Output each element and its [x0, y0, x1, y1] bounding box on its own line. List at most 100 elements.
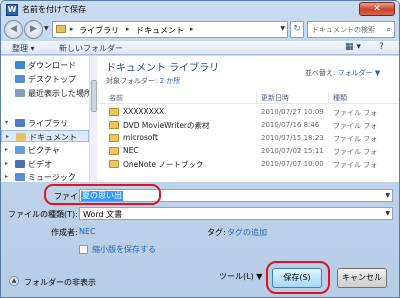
file-type: ファイル フォ [333, 109, 378, 117]
refresh-button[interactable]: ↻ [290, 21, 304, 38]
file-row[interactable]: NEC 2010/07/02 15:11 ファイル フォ [98, 145, 399, 157]
expand-arrow-icon[interactable]: ▸ [5, 146, 8, 153]
browser-area: ダウンロード デスクトップ 最近表示した場所 ▾ ライブラリ ▸ ドキュメント [1, 56, 399, 182]
arrange-by-label: 並べ替え: [305, 69, 338, 77]
hide-folders-label: フォルダーの非表示 [24, 278, 96, 287]
sidebar-item-label: ライブラリ [28, 119, 68, 128]
filetype-label: ファイルの種類(T): [8, 210, 78, 219]
address-bar[interactable]: ▸ ライブラリ ▸ ドキュメント ▸ ▼ [52, 21, 288, 38]
download-icon [15, 61, 25, 69]
sidebar-item-recent-places[interactable]: 最近表示した場所 [1, 87, 92, 99]
sidebar-item-pictures[interactable]: ▸ ピクチャ [1, 144, 89, 156]
recent-pages-dropdown[interactable]: ▼ [44, 25, 49, 32]
filename-highlight-annotation [44, 184, 161, 205]
filetype-value: Word 文書 [83, 210, 123, 219]
file-row[interactable]: XXXXXXXX 2010/07/27 10:09 ファイル フォ [98, 106, 399, 118]
column-header-name[interactable]: 名前 [109, 93, 123, 103]
library-title: ドキュメント ライブラリ [106, 63, 220, 74]
sidebar-item-documents[interactable]: ▸ ドキュメント [1, 130, 89, 142]
close-button[interactable]: ✕ [359, 2, 395, 16]
file-row[interactable]: DVD MovieWriterの素材 2010/07/16 8:46 ファイル … [98, 119, 399, 131]
arrange-by: 並べ替え: フォルダー ▼ [305, 68, 380, 78]
command-bar: 整理 ▾ 新しいフォルダー ▦ ▾ ? [1, 41, 399, 55]
new-folder-button[interactable]: 新しいフォルダー [59, 43, 123, 54]
save-as-dialog: W 名前を付けて保存 ✕ ◀ ▶ ▼ ▸ ライブラリ ▸ ドキュメント ▸ ▼ … [0, 0, 400, 298]
author-field[interactable]: NEC [79, 227, 96, 236]
file-name: NEC [123, 146, 139, 155]
cancel-button[interactable]: キャンセル [337, 268, 387, 288]
file-date: 2010/07/15 18:23 [261, 134, 324, 142]
folder-icon [109, 134, 119, 142]
organize-button[interactable]: 整理 ▾ [12, 43, 35, 54]
sidebar-item-label: デスクトップ [28, 75, 76, 84]
save-thumbnail-checkbox[interactable] [79, 245, 88, 254]
column-header-date[interactable]: 更新日時 [261, 93, 289, 103]
search-icon: ⌕ [386, 25, 391, 34]
author-label: 作成者: [51, 228, 78, 237]
title-bar: W 名前を付けて保存 ✕ [1, 1, 399, 19]
expand-arrow-icon[interactable]: ▸ [5, 160, 8, 167]
window-title: 名前を付けて保存 [22, 5, 86, 14]
tools-menu-button[interactable]: ツール(L) ▼ [219, 271, 262, 282]
tag-label: タグ: [207, 228, 226, 237]
sidebar-item-music[interactable]: ▸ ミュージック [1, 171, 89, 183]
breadcrumb-documents[interactable]: ドキュメント [136, 25, 184, 36]
breadcrumb-libraries[interactable]: ライブラリ [79, 25, 119, 36]
collapse-arrow-icon[interactable]: ▾ [5, 119, 8, 126]
scrollbar-thumb[interactable] [91, 80, 97, 112]
folder-icon [109, 147, 119, 155]
column-divider[interactable] [328, 92, 329, 103]
folder-icon [56, 25, 66, 33]
address-dropdown-arrow[interactable]: ▼ [280, 25, 285, 32]
expand-arrow-icon[interactable]: ▸ [6, 133, 9, 140]
sidebar-item-label: ドキュメント [29, 133, 77, 142]
filetype-dropdown-arrow[interactable]: ▼ [385, 210, 390, 217]
folder-icon [109, 108, 119, 116]
file-name: OneNote ノートブック [123, 160, 204, 169]
hide-folders-toggle[interactable]: ▲ フォルダーの非表示 [9, 276, 96, 288]
collapse-up-icon: ▲ [9, 276, 19, 286]
save-thumbnail-label[interactable]: 縮小版を保存する [92, 244, 156, 255]
sidebar-item-label: ダウンロード [28, 61, 76, 70]
filetype-select[interactable]: Word 文書 ▼ [79, 207, 393, 220]
view-options-button[interactable]: ▦ ▾ [345, 42, 361, 52]
file-name: microsoft [123, 133, 158, 142]
file-row[interactable]: OneNote ノートブック 2010/07/07 10:00 ファイル フォ [98, 158, 399, 170]
arrange-by-dropdown[interactable]: フォルダー ▼ [338, 69, 381, 77]
sidebar-item-label: ビデオ [28, 160, 52, 169]
forward-button[interactable]: ▶ [24, 20, 43, 39]
file-date: 2010/07/16 8:46 [261, 121, 320, 129]
file-row[interactable]: microsoft 2010/07/15 18:23 ファイル フォ [98, 132, 399, 144]
sidebar-item-label: ピクチャ [28, 146, 60, 155]
library-subtitle: 対象フォルダー: 2 か所 [106, 76, 180, 86]
tag-field[interactable]: タグの追加 [227, 227, 267, 238]
sidebar-scrollbar[interactable] [89, 56, 97, 182]
sidebar-item-videos[interactable]: ▸ ビデオ [1, 158, 89, 170]
breadcrumb-separator[interactable]: ▸ [126, 25, 130, 33]
back-button[interactable]: ◀ [4, 20, 23, 39]
column-header-row: 名前 更新日時 種類 [98, 91, 399, 104]
file-list-pane: ドキュメント ライブラリ 対象フォルダー: 2 か所 並べ替え: フォルダー ▼… [98, 56, 399, 182]
sidebar-item-label: 最近表示した場所 [28, 89, 92, 98]
libraries-icon [15, 119, 25, 127]
expand-arrow-icon[interactable]: ▸ [5, 173, 8, 180]
breadcrumb-separator[interactable]: ▸ [190, 25, 194, 33]
sidebar-item-desktop[interactable]: デスクトップ [1, 73, 89, 85]
sidebar-item-label: ミュージック [28, 173, 76, 182]
file-type: ファイル フォ [333, 135, 378, 143]
sidebar-item-downloads[interactable]: ダウンロード [1, 59, 89, 71]
file-type: ファイル フォ [333, 122, 378, 130]
word-app-icon: W [6, 4, 18, 16]
sidebar-item-libraries[interactable]: ▾ ライブラリ [1, 117, 89, 129]
column-header-type[interactable]: 種類 [333, 93, 347, 103]
library-locations-link[interactable]: 2 か所 [160, 77, 181, 85]
help-icon[interactable]: ? [379, 42, 384, 52]
file-name: DVD MovieWriterの素材 [123, 121, 210, 130]
file-type: ファイル フォ [333, 148, 378, 156]
pictures-icon [15, 146, 25, 154]
filename-dropdown-arrow[interactable]: ▼ [385, 192, 390, 199]
search-input[interactable]: ドキュメントの検索 ⌕ [307, 21, 395, 38]
breadcrumb-separator[interactable]: ▸ [70, 25, 74, 33]
column-divider[interactable] [256, 92, 257, 103]
file-date: 2010/07/07 10:00 [261, 160, 324, 168]
